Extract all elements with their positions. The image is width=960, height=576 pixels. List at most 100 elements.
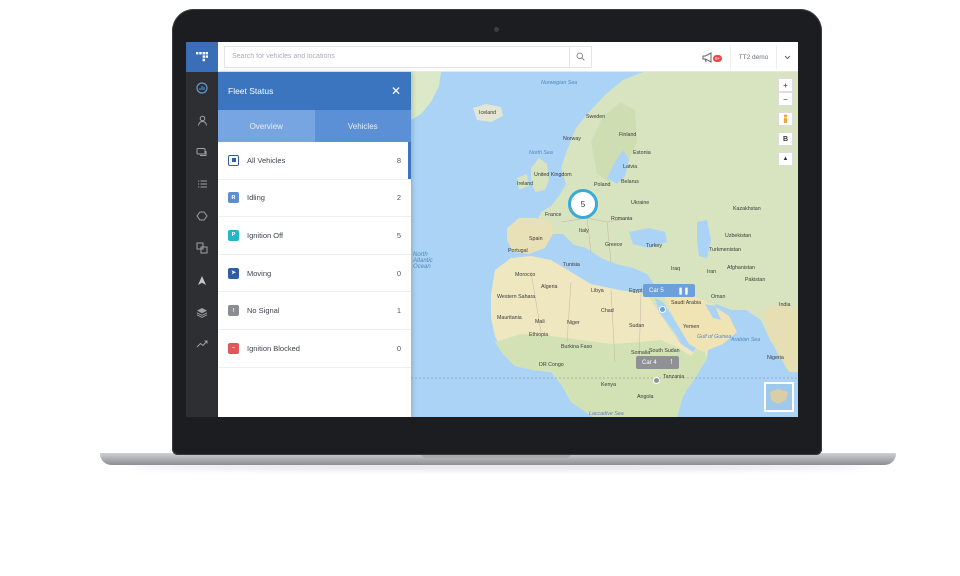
- rail-reports[interactable]: [186, 168, 218, 200]
- map-label: Ukraine: [631, 200, 650, 206]
- rail-navigation[interactable]: [186, 264, 218, 296]
- map-label: Afghanistan: [727, 265, 755, 271]
- map-label: Niger: [567, 320, 580, 326]
- status-label: No Signal: [247, 306, 280, 316]
- zoom-out-button[interactable]: −: [778, 92, 793, 106]
- map-label: Spain: [529, 236, 543, 242]
- car-4-marker[interactable]: Car 4 !: [636, 356, 679, 369]
- status-icon: R: [228, 192, 239, 204]
- status-row[interactable]: P Ignition Off 5: [218, 217, 411, 255]
- pause-icon: ❚❚: [677, 287, 690, 295]
- map-label: Ireland: [517, 181, 534, 187]
- map-label: Finland: [619, 132, 637, 138]
- search-button[interactable]: [569, 46, 591, 67]
- status-count: 0: [396, 343, 401, 353]
- chat-icon: [196, 147, 207, 156]
- map-label: Burkina Faso: [561, 344, 593, 350]
- map-view-button[interactable]: B: [778, 132, 793, 146]
- close-icon[interactable]: ✕: [391, 85, 401, 97]
- map-label: Yemen: [683, 324, 700, 330]
- map-label: Libya: [591, 288, 604, 294]
- status-count: 8: [396, 155, 401, 165]
- status-icon: !: [228, 305, 239, 317]
- search-icon: [576, 52, 585, 61]
- map-label: Gulf of Guinea: [697, 334, 732, 340]
- status-icon: –: [228, 342, 239, 354]
- dashboard-icon: [196, 82, 208, 94]
- top-bar: 9+ TT2 demo: [218, 42, 798, 72]
- map-thumbnail[interactable]: [764, 382, 794, 412]
- map-label: Saudi Arabia: [671, 300, 702, 306]
- account-menu-toggle[interactable]: [776, 45, 798, 69]
- notifications-button[interactable]: 9+: [702, 50, 724, 64]
- car-4-dot[interactable]: [653, 377, 660, 384]
- status-label: Ignition Blocked: [247, 343, 300, 353]
- icon-sidebar: [186, 42, 218, 417]
- north-arrow-button[interactable]: ▲: [778, 152, 793, 166]
- rail-messages[interactable]: [186, 136, 218, 168]
- list-icon: [197, 180, 207, 188]
- search-box: [224, 45, 592, 68]
- map-label: Tanzania: [663, 374, 685, 380]
- status-icon: [228, 154, 239, 166]
- laptop-lid: 9+ TT2 demo Fleet Status ✕ Overview Vehi…: [172, 9, 822, 455]
- map-label: Iraq: [671, 266, 681, 272]
- status-list: All Vehicles 8 R Idling 2 P Ignition Off 5 ➤ Movi…: [218, 142, 411, 368]
- pegman-icon: [783, 114, 788, 123]
- street-view-button[interactable]: [778, 112, 793, 126]
- status-icon: P: [228, 229, 239, 241]
- notification-badge: 9+: [713, 55, 723, 62]
- car-4-label: Car 4: [642, 359, 657, 366]
- rail-drivers[interactable]: [186, 104, 218, 136]
- map-label: Estonia: [633, 150, 651, 156]
- car-5-dot[interactable]: [659, 306, 666, 313]
- car-5-marker[interactable]: Car 5 ❚❚: [643, 284, 696, 297]
- map-label: Norwegian Sea: [541, 80, 578, 86]
- rail-layers[interactable]: [186, 296, 218, 328]
- status-row[interactable]: ! No Signal 1: [218, 292, 411, 330]
- car-5-label: Car 5: [649, 287, 664, 294]
- search-input[interactable]: [225, 46, 569, 67]
- app-screen: 9+ TT2 demo Fleet Status ✕ Overview Vehi…: [186, 42, 798, 417]
- map-label: Laccadive Sea: [589, 411, 624, 417]
- map-label: Egypt: [629, 288, 643, 294]
- map-label: Ethiopia: [529, 332, 549, 338]
- status-row[interactable]: – Ignition Blocked 0: [218, 330, 411, 368]
- map-label: North Sea: [529, 150, 553, 156]
- trend-icon: [196, 340, 208, 348]
- rail-analytics[interactable]: [186, 328, 218, 360]
- map-label: Romania: [611, 216, 633, 222]
- route-icon: [196, 211, 208, 221]
- ocean-label: North Atlantic Ocean: [413, 252, 433, 270]
- map-label: Norway: [563, 136, 581, 142]
- panel-title: Fleet Status: [228, 86, 274, 96]
- map-label: Chad: [601, 308, 614, 314]
- chevron-down-icon: [784, 55, 791, 59]
- rail-dashboard[interactable]: [186, 72, 218, 104]
- rail-routes[interactable]: [186, 200, 218, 232]
- map-label: Sweden: [586, 114, 606, 120]
- map-view[interactable]: Norwegian Sea Iceland Sweden Finland Norway N…: [411, 72, 798, 417]
- map-label: South Sudan: [649, 348, 680, 354]
- stack-icon: [196, 307, 208, 318]
- tab-vehicles[interactable]: Vehicles: [314, 110, 411, 142]
- vehicle-cluster-marker[interactable]: 5: [568, 189, 598, 219]
- map-label: Nigeria: [767, 355, 784, 361]
- status-row[interactable]: ➤ Moving 0: [218, 255, 411, 293]
- status-row[interactable]: R Idling 2: [218, 180, 411, 218]
- rail-geofences[interactable]: [186, 232, 218, 264]
- map-label: Morocco: [515, 272, 536, 278]
- map-label: Iceland: [479, 110, 497, 116]
- camera-dot: [494, 27, 499, 32]
- tab-overview[interactable]: Overview: [218, 110, 315, 142]
- status-count: 2: [396, 193, 401, 203]
- status-row[interactable]: All Vehicles 8: [218, 142, 411, 180]
- zoom-in-button[interactable]: +: [778, 78, 793, 92]
- account-name[interactable]: TT2 demo: [730, 45, 776, 69]
- status-label: Moving: [247, 268, 272, 278]
- map-label: Portugal: [508, 248, 528, 254]
- map-label: Greece: [605, 242, 623, 248]
- map-label: Iran: [707, 269, 717, 275]
- map-label: Oman: [711, 294, 726, 300]
- app-logo[interactable]: [186, 42, 218, 72]
